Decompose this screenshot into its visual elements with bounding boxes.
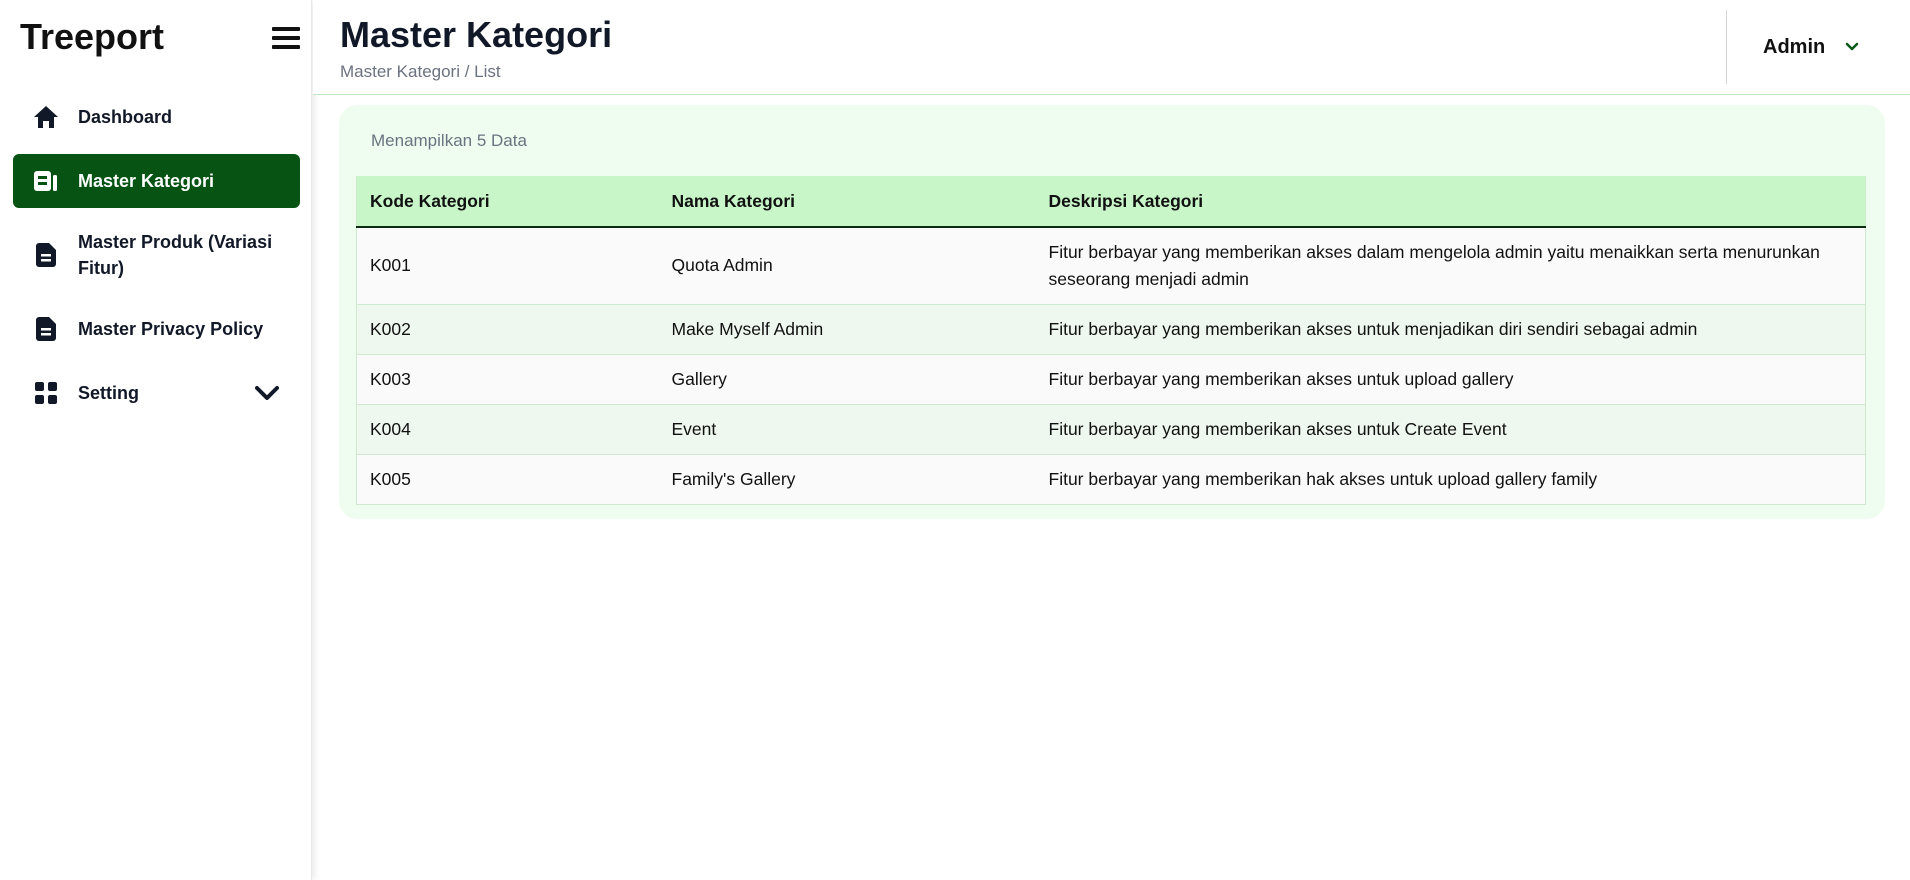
cell-deskripsi: Fitur berbayar yang memberikan akses unt… <box>1035 304 1866 355</box>
sidebar-item-label: Setting <box>78 383 139 403</box>
cell-kode: K002 <box>356 304 659 355</box>
sidebar-item-master-privacy-policy[interactable]: Master Privacy Policy <box>13 302 300 356</box>
cell-nama: Event <box>658 404 1036 455</box>
user-name: Admin <box>1763 35 1826 58</box>
cell-kode: K004 <box>356 404 659 455</box>
sidebar-nav: Dashboard Master Kategori Master Produk … <box>13 90 300 430</box>
data-count-text: Menampilkan 5 Data <box>371 131 527 150</box>
category-table: Kode Kategori Nama Kategori Deskripsi Ka… <box>356 176 1866 505</box>
sidebar: Treeport Dashboard Master Kategori Maste… <box>0 0 312 880</box>
page-title: Master Kategori <box>340 14 613 55</box>
cell-nama: Make Myself Admin <box>658 304 1036 355</box>
cell-deskripsi: Fitur berbayar yang memberikan akses dal… <box>1035 227 1866 305</box>
cell-nama: Gallery <box>658 354 1036 405</box>
cell-kode: K003 <box>356 354 659 405</box>
document-icon <box>33 242 59 268</box>
sidebar-item-setting[interactable]: Setting <box>13 366 300 420</box>
table-row[interactable]: K003 Gallery Fitur berbayar yang memberi… <box>356 354 1866 405</box>
table-row[interactable]: K002 Make Myself Admin Fitur berbayar ya… <box>356 304 1866 355</box>
cell-deskripsi: Fitur berbayar yang memberikan akses unt… <box>1035 404 1866 455</box>
breadcrumb: Master Kategori / List <box>340 62 501 81</box>
cell-nama: Family's Gallery <box>658 454 1036 505</box>
cell-kode: K001 <box>356 227 659 305</box>
table-row[interactable]: K005 Family's Gallery Fitur berbayar yan… <box>356 454 1866 505</box>
sidebar-item-master-produk[interactable]: Master Produk (Variasi Fitur) <box>13 218 300 292</box>
table-row[interactable]: K001 Quota Admin Fitur berbayar yang mem… <box>356 227 1866 305</box>
hamburger-menu-icon[interactable] <box>272 26 300 50</box>
top-header: Master Kategori Master Kategori / List A… <box>313 0 1910 95</box>
category-icon <box>33 168 59 194</box>
chevron-down-icon <box>1845 41 1861 53</box>
sidebar-item-label: Master Privacy Policy <box>78 319 264 339</box>
home-icon <box>33 104 59 130</box>
cell-deskripsi: Fitur berbayar yang memberikan akses unt… <box>1035 354 1866 405</box>
content-card: Menampilkan 5 Data Kode Kategori Nama Ka… <box>339 105 1885 519</box>
sidebar-item-label: Master Kategori <box>78 171 215 191</box>
sidebar-item-dashboard[interactable]: Dashboard <box>13 90 300 144</box>
cell-nama: Quota Admin <box>658 227 1036 305</box>
column-header-kode: Kode Kategori <box>356 176 659 228</box>
document-icon <box>33 316 59 342</box>
sidebar-item-label: Master Produk (Variasi Fitur) <box>78 232 273 278</box>
sidebar-item-master-kategori[interactable]: Master Kategori <box>13 154 300 208</box>
table-row[interactable]: K004 Event Fitur berbayar yang memberika… <box>356 404 1866 455</box>
table-header-row: Kode Kategori Nama Kategori Deskripsi Ka… <box>356 176 1866 228</box>
grid-icon <box>33 380 59 406</box>
column-header-deskripsi: Deskripsi Kategori <box>1035 176 1866 228</box>
brand-logo: Treeport <box>20 16 165 57</box>
chevron-down-icon[interactable] <box>254 383 280 403</box>
cell-kode: K005 <box>356 454 659 505</box>
column-header-nama: Nama Kategori <box>658 176 1036 228</box>
sidebar-item-label: Dashboard <box>78 107 173 127</box>
cell-deskripsi: Fitur berbayar yang memberikan hak akses… <box>1035 454 1866 505</box>
user-menu[interactable]: Admin <box>1726 10 1910 84</box>
